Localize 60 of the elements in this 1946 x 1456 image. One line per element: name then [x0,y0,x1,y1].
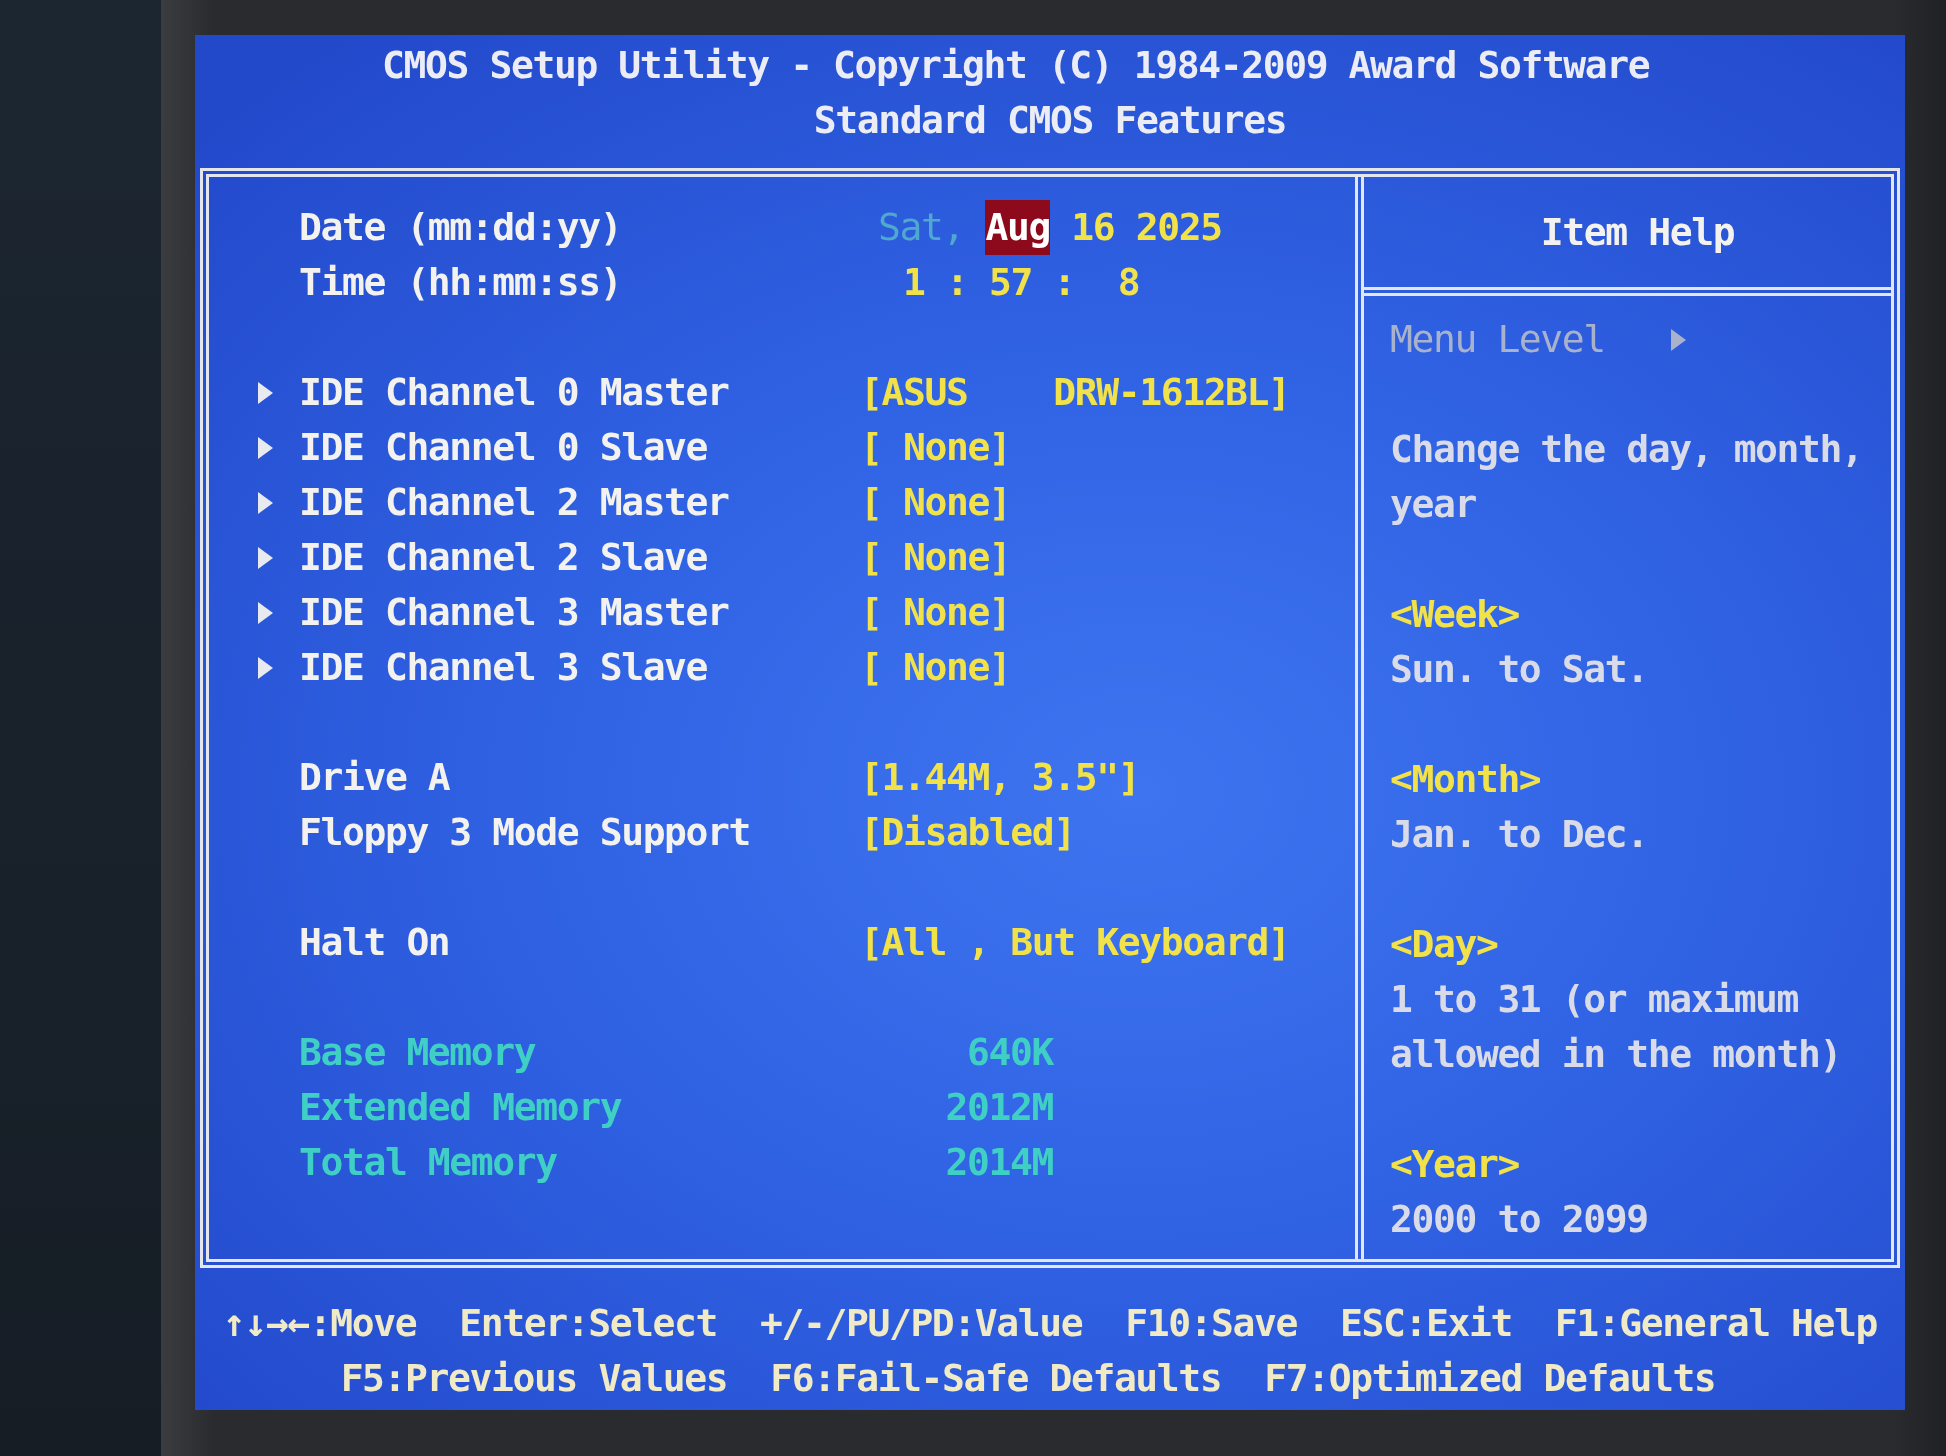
setting-value[interactable]: [ None] [860,420,1011,475]
memory-label: Total Memory [299,1139,557,1186]
key-hint: ESC:Exit [1340,1300,1512,1347]
key-hint: +/-/PU/PD:Value [760,1300,1083,1347]
setting-label[interactable]: Time (hh:mm:ss) [299,255,622,310]
triangle-right-icon [258,601,273,624]
key-hint: ↑↓→←:Move [222,1300,417,1347]
help-heading: <Month> [1390,756,1541,803]
help-heading: <Year> [1390,1141,1519,1188]
menu-level-label: Menu Level [1390,316,1605,363]
memory-label: Extended Memory [299,1084,622,1131]
key-hint: Enter:Select [459,1300,718,1347]
key-hint: F7:Optimized Defaults [1264,1355,1716,1402]
help-text: 1 to 31 (or maximum allowed in the month) [1390,976,1843,1078]
help-heading: <Week> [1390,591,1519,638]
setting-label[interactable]: IDE Channel 0 Master [299,365,729,420]
memory-value: 640K [967,1029,1053,1076]
setting-value[interactable]: [ None] [860,530,1011,585]
setting-value[interactable]: [ None] [860,640,1011,695]
help-description: Change the day, month, year [1390,426,1864,528]
triangle-right-icon [1670,328,1686,351]
setting-value[interactable]: [1.44M, 3.5"] [860,750,1140,805]
help-text: Sun. to Sat. [1390,646,1649,693]
help-text: 2000 to 2099 [1390,1196,1649,1243]
date-field[interactable]: 2025 [1135,200,1222,255]
key-hint: F5:Previous Values [340,1355,728,1402]
memory-value: 2012M [945,1084,1053,1131]
date-field[interactable]: 16 [1071,200,1115,255]
setting-label[interactable]: IDE Channel 2 Slave [299,530,708,585]
memory-label: Base Memory [299,1029,536,1076]
setting-value[interactable]: [ASUS DRW-1612BL] [860,365,1290,420]
setting-label[interactable]: Drive A [299,750,450,805]
setting-label[interactable]: IDE Channel 3 Slave [299,640,708,695]
setting-value[interactable]: [All , But Keyboard] [860,915,1290,970]
setting-label[interactable]: IDE Channel 2 Master [299,475,729,530]
triangle-right-icon [258,656,273,679]
setting-label[interactable]: Floppy 3 Mode Support [299,805,751,860]
setting-label[interactable]: Halt On [299,915,450,970]
triangle-right-icon [258,491,273,514]
setting-label[interactable]: Date (mm:dd:yy) [299,200,622,255]
memory-value: 2014M [945,1139,1053,1186]
date-field[interactable]: Aug [985,200,1050,255]
help-heading: <Day> [1390,921,1498,968]
key-hint: F1:General Help [1554,1300,1878,1347]
setting-value[interactable]: [ None] [860,585,1011,640]
weekday-text: Sat, [878,204,964,251]
utility-title: CMOS Setup Utility - Copyright (C) 1984-2009 Award Software [382,42,1650,89]
page-title: Standard CMOS Features [813,97,1287,144]
time-value[interactable]: 1 : 57 : 8 [903,255,1140,310]
help-title: Item Help [1540,208,1735,256]
help-text: Jan. to Dec. [1390,811,1649,858]
key-hint: F10:Save [1125,1300,1298,1347]
key-hint: F6:Fail-Safe Defaults [770,1355,1222,1402]
triangle-right-icon [258,381,273,404]
setting-value[interactable]: [ None] [860,475,1011,530]
setting-value[interactable]: [Disabled] [860,805,1075,860]
triangle-right-icon [258,436,273,459]
triangle-right-icon [258,546,273,569]
setting-label[interactable]: IDE Channel 3 Master [299,585,729,640]
setting-label[interactable]: IDE Channel 0 Slave [299,420,708,475]
